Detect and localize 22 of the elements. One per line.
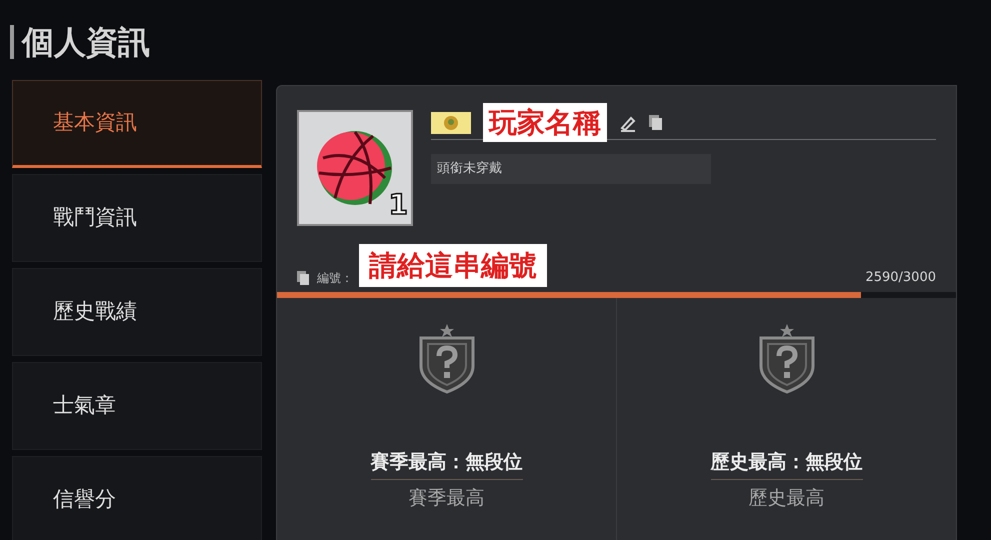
copy-icon[interactable] xyxy=(649,114,663,130)
rank-title: 歷史最高：無段位 xyxy=(710,448,862,480)
copy-icon[interactable] xyxy=(297,271,309,285)
sidebar-tab[interactable]: 士氣章 xyxy=(12,362,262,450)
avatar-level-number: 1 xyxy=(388,187,408,223)
exp-reading: 2590/3000 xyxy=(865,269,936,288)
headgear-status: 頭銜未穿戴 xyxy=(431,154,711,184)
sidebar-tab[interactable]: 基本資訊 xyxy=(12,80,262,168)
page-title: 個人資訊 xyxy=(22,22,150,63)
id-annotation: 請給這串編號 xyxy=(359,244,547,287)
title-accent-bar xyxy=(10,25,14,59)
player-name-annotation: 玩家名稱 xyxy=(483,103,607,142)
sidebar-tab[interactable]: 戰鬥資訊 xyxy=(12,174,262,262)
question-shield-icon xyxy=(416,322,476,396)
rank-subtitle: 歷史最高 xyxy=(748,486,824,510)
id-label: 編號： xyxy=(317,270,353,287)
sidebar-tab[interactable]: 歷史戰績 xyxy=(12,268,262,356)
question-shield-icon xyxy=(756,322,816,396)
rank-title: 賽季最高：無段位 xyxy=(370,448,522,480)
sidebar-tab[interactable]: 信譽分 xyxy=(12,456,262,540)
emblem-icon xyxy=(431,112,471,134)
rank-subtitle: 賽季最高 xyxy=(408,486,484,510)
